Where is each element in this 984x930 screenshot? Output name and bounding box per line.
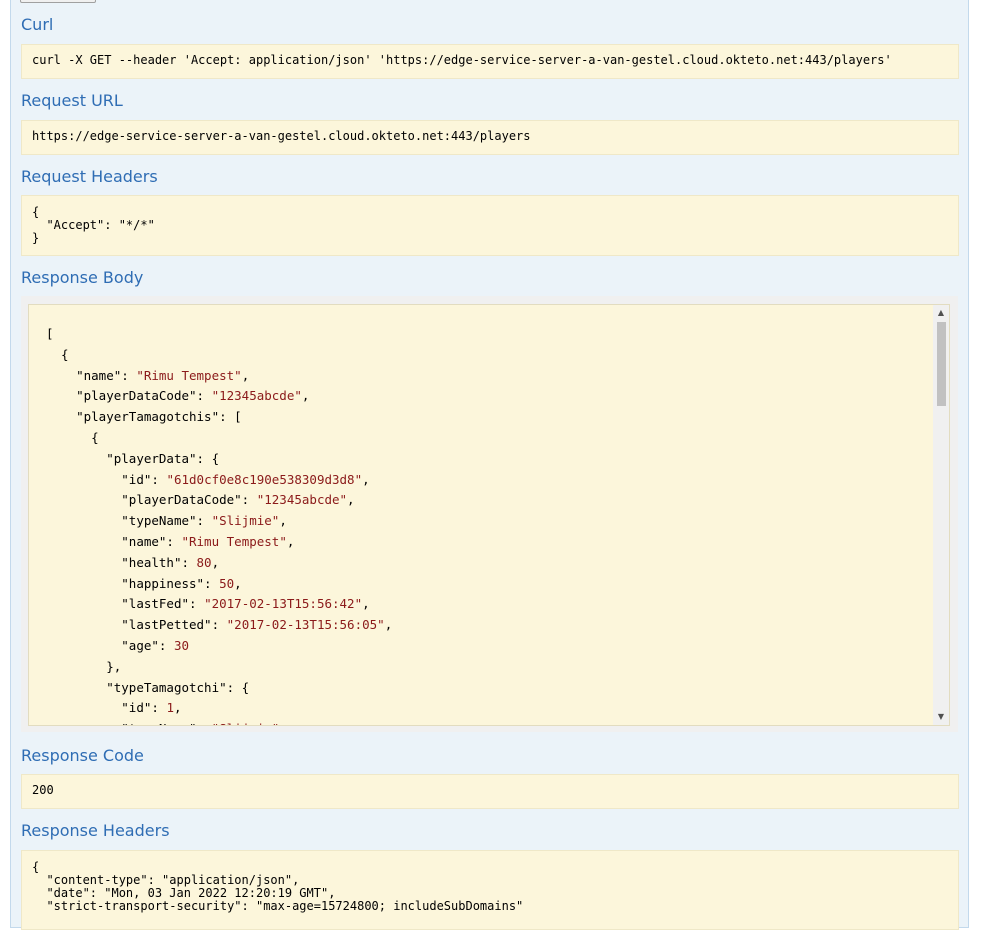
response-headers: { "content-type": "application/json", "d… xyxy=(32,860,524,913)
hide-response-button[interactable] xyxy=(20,0,96,3)
json-line: { xyxy=(46,429,99,445)
json-line: [ xyxy=(46,326,54,341)
response-body-json: [ { "name": "Rimu Tempest", "playerDataC… xyxy=(46,324,393,725)
json-line: "age": 30 xyxy=(121,637,190,653)
json-line: "lastPetted": "2017-02-13T15:56:05", xyxy=(121,617,393,633)
json-line: "playerData": { xyxy=(106,450,220,466)
curl-title: Curl xyxy=(21,15,54,34)
scrollbar-thumb[interactable] xyxy=(937,322,946,406)
response-headers-title: Response Headers xyxy=(21,821,170,840)
json-line: "id": 1, xyxy=(121,700,182,716)
json-line: "typeTamagotchi": { xyxy=(106,679,250,695)
json-line: "lastFed": "2017-02-13T15:56:42", xyxy=(121,596,370,612)
json-line: }, xyxy=(46,658,122,674)
request-headers-title: Request Headers xyxy=(21,167,158,186)
json-line: "playerDataCode": "12345abcde", xyxy=(121,492,355,508)
json-line: "typeName": "Slijmie", xyxy=(121,513,287,529)
request-url-box[interactable]: https://edge-service-server-a-van-gestel… xyxy=(21,120,959,155)
json-line: "typeName": "Slijmie", xyxy=(46,721,287,725)
response-code-box[interactable]: 200 xyxy=(21,774,959,809)
curl-command: curl -X GET --header 'Accept: applicatio… xyxy=(32,53,892,67)
json-line: "name": "Rimu Tempest", xyxy=(76,367,250,383)
curl-box[interactable]: curl -X GET --header 'Accept: applicatio… xyxy=(21,44,959,79)
scroll-up-icon[interactable]: ▲ xyxy=(933,305,949,321)
response-body-wrapper: [ { "name": "Rimu Tempest", "playerDataC… xyxy=(21,296,958,732)
response-code-title: Response Code xyxy=(21,746,144,765)
response-body-title: Response Body xyxy=(21,268,144,287)
request-url: https://edge-service-server-a-van-gestel… xyxy=(32,129,531,143)
json-line: "playerDataCode": "12345abcde", xyxy=(76,388,310,404)
response-body-scrollbar[interactable]: ▲ ▼ xyxy=(933,305,949,725)
json-line: { xyxy=(46,346,69,362)
request-url-title: Request URL xyxy=(21,91,123,110)
request-headers: { "Accept": "*/*" } xyxy=(32,205,155,245)
json-line: "playerTamagotchis": [ xyxy=(76,409,242,425)
json-line: "id": "61d0cf0e8c190e538309d3d8", xyxy=(121,471,370,487)
scroll-down-icon[interactable]: ▼ xyxy=(933,709,949,725)
json-line: "health": 80, xyxy=(121,554,220,570)
response-headers-box[interactable]: { "content-type": "application/json", "d… xyxy=(21,850,959,930)
response-body-box[interactable]: [ { "name": "Rimu Tempest", "playerDataC… xyxy=(28,304,950,726)
request-headers-box[interactable]: { "Accept": "*/*" } xyxy=(21,195,959,256)
json-line: "name": "Rimu Tempest", xyxy=(121,533,295,549)
json-line: "happiness": 50, xyxy=(121,575,242,591)
response-code: 200 xyxy=(32,783,54,797)
